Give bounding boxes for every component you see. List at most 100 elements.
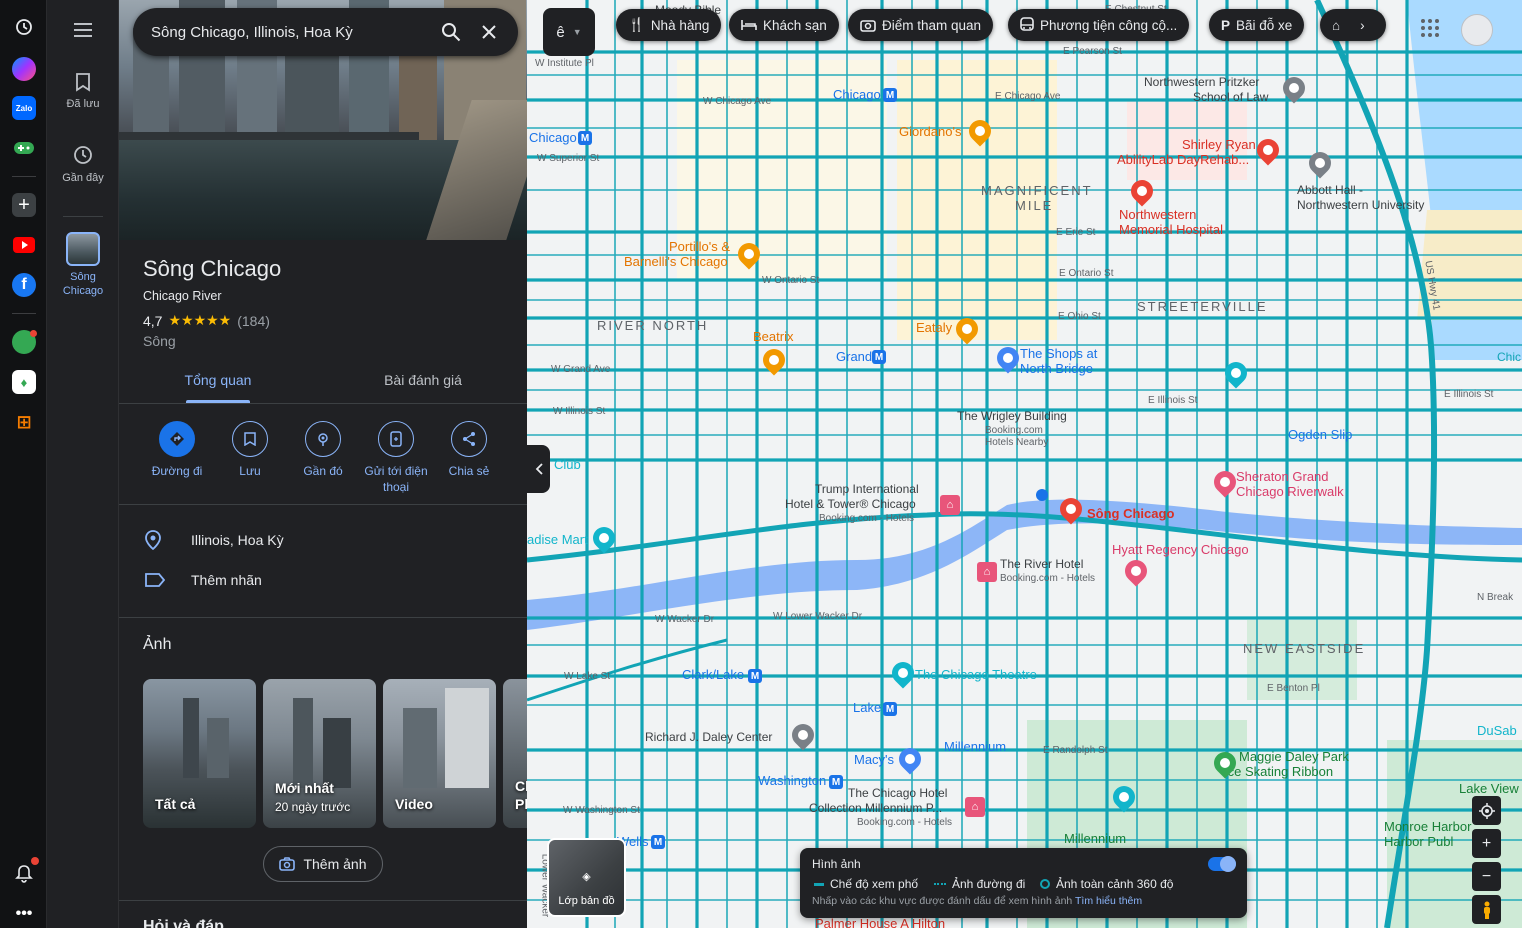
map-label[interactable]: The Shops at xyxy=(1020,346,1097,361)
metro-icon[interactable]: M xyxy=(578,131,592,145)
hotel-icon[interactable]: ⌂ xyxy=(940,495,960,515)
photo-partial[interactable]: Ch Ph xyxy=(503,679,527,828)
map-label[interactable]: Abbott Hall - xyxy=(1297,183,1363,197)
my-location-button[interactable] xyxy=(1472,796,1501,825)
address-row[interactable]: Illinois, Hoa Kỳ xyxy=(119,520,527,560)
tab-overview[interactable]: Tổng quan xyxy=(174,372,262,388)
map-label[interactable]: DuSab xyxy=(1477,723,1517,738)
map-label[interactable]: Harbor Publ xyxy=(1384,834,1453,849)
metro-label[interactable]: Chicago xyxy=(833,87,881,102)
map-label[interactable]: Richard J. Daley Center xyxy=(645,730,772,744)
chip-hotels[interactable]: Khách sạn xyxy=(729,9,839,41)
map-label[interactable]: Northwestern Pritzker xyxy=(1144,75,1259,89)
map-label[interactable]: Club xyxy=(554,457,581,472)
map-label[interactable]: Collection Millennium P... xyxy=(809,801,942,815)
messenger-icon[interactable] xyxy=(12,57,36,81)
map-label[interactable]: Memorial Hospital xyxy=(1119,222,1223,237)
metro-label[interactable]: Millennium xyxy=(944,739,1006,754)
cart-icon[interactable]: ⊞ xyxy=(12,410,36,434)
chip-more[interactable]: ⌂ › xyxy=(1320,9,1386,41)
chip-attractions[interactable]: Điểm tham quan xyxy=(848,9,994,41)
collapse-panel-button[interactable] xyxy=(527,445,550,493)
map-label[interactable]: The Chicago Theatre xyxy=(915,667,1037,682)
map-label[interactable]: Shirley Ryan xyxy=(1182,137,1256,152)
bell-icon[interactable] xyxy=(12,862,36,886)
add-label-row[interactable]: Thêm nhãn xyxy=(119,560,527,600)
hotel-icon[interactable]: ⌂ xyxy=(965,797,985,817)
close-search-button[interactable] xyxy=(477,20,501,44)
metro-label[interactable]: Clark/Lake xyxy=(682,667,744,682)
tab-reviews[interactable]: Bài đánh giá xyxy=(369,372,477,388)
map-label[interactable]: The River Hotel xyxy=(1000,557,1083,571)
search-button[interactable] xyxy=(439,20,463,44)
map-label[interactable]: The Chicago Hotel xyxy=(848,786,947,800)
restaurant-label[interactable]: Barnelli's Chicago xyxy=(624,254,728,269)
share-button[interactable]: Chia sẻ xyxy=(429,421,509,479)
map-label[interactable]: Hotels Nearby xyxy=(985,437,1048,448)
zoom-out-button[interactable]: − xyxy=(1472,862,1501,891)
directions-button[interactable]: Đường đi xyxy=(137,421,217,479)
hotel-icon[interactable]: ⌂ xyxy=(977,562,997,582)
zoom-in-button[interactable]: + xyxy=(1472,829,1501,858)
metro-icon[interactable]: M xyxy=(748,669,762,683)
app-icon[interactable]: ♦ xyxy=(12,370,36,394)
park-label[interactable]: Millennium xyxy=(1064,831,1126,846)
metro-label[interactable]: Chicago xyxy=(529,130,577,145)
map-label[interactable]: Hotel & Tower® Chicago xyxy=(785,497,916,511)
map-label[interactable]: School of Law xyxy=(1193,90,1268,104)
hotel-label[interactable]: Chicago Riverwalk xyxy=(1236,484,1344,499)
map-label[interactable]: Chic xyxy=(1497,350,1521,364)
map-label[interactable]: Northwestern University xyxy=(1297,198,1424,212)
chip-restaurants[interactable]: 🍴 Nhà hàng xyxy=(616,9,722,41)
photo-video[interactable]: Video xyxy=(383,679,496,828)
map-label[interactable]: Lake View xyxy=(1459,781,1519,796)
chip-parking[interactable]: P Bãi đỗ xe xyxy=(1209,9,1305,41)
more-icon[interactable]: ••• xyxy=(12,902,36,926)
account-avatar[interactable] xyxy=(1461,14,1493,46)
map-label[interactable]: AbilityLab DayRehab... xyxy=(1117,152,1249,167)
apps-button[interactable] xyxy=(1420,18,1444,42)
place-type[interactable]: Sông xyxy=(143,333,176,349)
hotel-label[interactable]: Sheraton Grand xyxy=(1236,469,1329,484)
send-to-phone-button[interactable]: Gửi tới điện thoại xyxy=(356,421,436,495)
map-label[interactable]: North Bridge xyxy=(1020,361,1093,376)
hotel-label[interactable]: Hyatt Regency Chicago xyxy=(1112,542,1249,557)
metro-icon[interactable]: M xyxy=(883,88,897,102)
history-icon[interactable] xyxy=(12,15,36,39)
selected-place-label[interactable]: Sông Chicago xyxy=(1087,506,1174,521)
rating-row[interactable]: 4,7 ★★★★★ (184) xyxy=(143,312,270,329)
metro-icon[interactable]: M xyxy=(872,350,886,364)
map-label[interactable]: adise Mart xyxy=(527,532,588,547)
map-label[interactable]: Booking.com - Hotels xyxy=(819,513,914,524)
menu-button[interactable] xyxy=(47,22,119,44)
saved-button[interactable]: Đã lưu xyxy=(47,72,119,110)
gamepad-icon[interactable] xyxy=(12,136,36,160)
park-label[interactable]: Ice Skating Ribbon xyxy=(1224,764,1333,779)
search-input[interactable] xyxy=(151,8,431,56)
imagery-toggle[interactable] xyxy=(1208,856,1236,872)
map-label[interactable]: Ogden Slip xyxy=(1288,427,1352,442)
map-label[interactable]: Macy's xyxy=(854,752,894,767)
review-count[interactable]: (184) xyxy=(237,313,270,329)
map-label[interactable]: Booking.com xyxy=(985,425,1043,436)
map-label[interactable]: Trump International xyxy=(815,482,919,496)
restaurant-label[interactable]: Giordano's xyxy=(899,124,961,139)
metro-label[interactable]: Washington xyxy=(758,773,826,788)
zalo-icon[interactable]: Zalo xyxy=(12,96,36,120)
photo-all[interactable]: Tất cả xyxy=(143,679,256,828)
add-icon[interactable]: + xyxy=(12,193,36,217)
save-button[interactable]: Lưu xyxy=(210,421,290,479)
map-label[interactable]: Northwestern xyxy=(1119,207,1196,222)
metro-icon[interactable]: M xyxy=(883,702,897,716)
recent-button[interactable]: Gần đây xyxy=(47,144,119,184)
learn-more-link[interactable]: Tìm hiểu thêm xyxy=(1075,895,1142,907)
map-label[interactable]: Booking.com - Hotels xyxy=(857,817,952,828)
layers-button[interactable]: ◈ Lớp bản đồ xyxy=(547,838,626,917)
park-label[interactable]: Maggie Daley Park xyxy=(1239,749,1349,764)
pegman-button[interactable] xyxy=(1472,895,1501,924)
map-canvas[interactable]: Moody Bible E Chestnut St E Pearson St W… xyxy=(527,0,1522,928)
youtube-icon[interactable] xyxy=(12,233,36,257)
metro-icon[interactable]: M xyxy=(829,775,843,789)
language-button[interactable]: ê ▼ xyxy=(543,8,595,56)
chip-transit[interactable]: Phương tiện công cộ... xyxy=(1008,9,1190,41)
